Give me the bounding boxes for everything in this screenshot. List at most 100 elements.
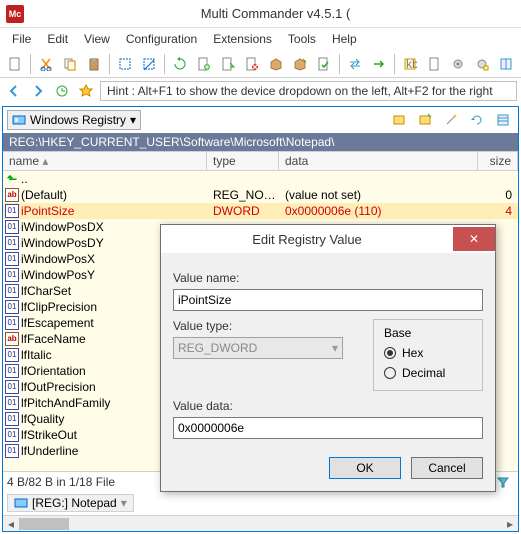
valuename-input[interactable] xyxy=(173,289,483,311)
toolbar-new-icon[interactable] xyxy=(4,53,26,75)
row-data: (value not set) xyxy=(279,188,478,202)
toolbar: kb xyxy=(0,50,521,78)
horizontal-scrollbar[interactable]: ◂ ▸ xyxy=(3,515,518,531)
panel-tool2-icon[interactable] xyxy=(414,109,436,131)
binary-value-icon: 01 xyxy=(5,444,19,458)
toolbar-arrow-right-icon[interactable] xyxy=(368,53,390,75)
radio-decimal[interactable]: Decimal xyxy=(384,366,472,380)
panel-wand-icon[interactable] xyxy=(440,109,462,131)
col-type[interactable]: type xyxy=(207,152,279,170)
chevron-down-icon: ▾ xyxy=(130,113,136,127)
tab-chevron-icon: ▾ xyxy=(121,496,127,510)
row-name: lfEscapement xyxy=(21,316,94,330)
toolbar-box-icon[interactable] xyxy=(265,53,287,75)
close-icon: ✕ xyxy=(469,232,479,246)
toolbar-paste-icon[interactable] xyxy=(83,53,105,75)
close-button[interactable]: ✕ xyxy=(453,227,495,251)
toolbar-box-out-icon[interactable] xyxy=(289,53,311,75)
valuetype-select[interactable]: REG_DWORD ▾ xyxy=(173,337,343,359)
toolbar-refresh-icon[interactable] xyxy=(169,53,191,75)
binary-value-icon: 01 xyxy=(5,380,19,394)
toolbar-cog2-icon[interactable] xyxy=(471,53,493,75)
toolbar-doc-plus-icon[interactable] xyxy=(193,53,215,75)
valuedata-input[interactable] xyxy=(173,417,483,439)
row-name: iWindowPosY xyxy=(21,268,95,282)
binary-value-icon: 01 xyxy=(5,316,19,330)
path-text: REG:\HKEY_CURRENT_USER\Software\Microsof… xyxy=(9,135,334,149)
toolbar-copy-icon[interactable] xyxy=(59,53,81,75)
table-row[interactable]: ab(Default)REG_NO…(value not set)0 xyxy=(3,187,518,203)
nav-back-icon[interactable] xyxy=(4,81,24,101)
toolbar-doc-arrow-icon[interactable] xyxy=(217,53,239,75)
toolbar-layout-icon[interactable] xyxy=(495,53,517,75)
tab-strip: [REG:] Notepad ▾ xyxy=(3,491,518,515)
menu-help[interactable]: Help xyxy=(324,30,365,48)
scroll-left-icon[interactable]: ◂ xyxy=(3,516,19,532)
radio-hex-button[interactable] xyxy=(384,347,396,359)
binary-value-icon: 01 xyxy=(5,220,19,234)
edit-registry-dialog: Edit Registry Value ✕ Value name: Value … xyxy=(160,224,496,492)
menu-configuration[interactable]: Configuration xyxy=(118,30,205,48)
window-title: Multi Commander v4.5.1 ( xyxy=(30,6,521,21)
scroll-thumb[interactable] xyxy=(19,518,69,530)
nav-star-icon[interactable] xyxy=(76,81,96,101)
binary-value-icon: 01 xyxy=(5,412,19,426)
radio-decimal-button[interactable] xyxy=(384,367,396,379)
table-row[interactable]: 01iPointSizeDWORD0x0000006e (110)4 xyxy=(3,203,518,219)
row-name: iWindowPosX xyxy=(21,252,95,266)
toolbar-cog-icon[interactable] xyxy=(447,53,469,75)
row-size: 0 xyxy=(478,188,518,202)
dialog-title: Edit Registry Value xyxy=(161,232,453,247)
menu-edit[interactable]: Edit xyxy=(39,30,76,48)
col-name[interactable]: name ▴ xyxy=(3,152,207,170)
valuetype-label: Value type: xyxy=(173,319,361,333)
svg-text:kb: kb xyxy=(406,57,417,71)
toolbar-doc-check-icon[interactable] xyxy=(313,53,335,75)
toolbar-swap-icon[interactable] xyxy=(344,53,366,75)
path-bar[interactable]: REG:\HKEY_CURRENT_USER\Software\Microsof… xyxy=(3,133,518,151)
row-name: .. xyxy=(21,172,28,186)
col-data[interactable]: data xyxy=(279,152,478,170)
cancel-button[interactable]: Cancel xyxy=(411,457,483,479)
col-size[interactable]: size xyxy=(478,152,518,170)
location-dropdown[interactable]: Windows Registry ▾ xyxy=(7,110,141,130)
base-fieldset: Base Hex Decimal xyxy=(373,319,483,391)
tab-reg-notepad[interactable]: [REG:] Notepad ▾ xyxy=(7,494,134,512)
row-name: (Default) xyxy=(21,188,67,202)
ok-button[interactable]: OK xyxy=(329,457,401,479)
toolbar-select-icon[interactable] xyxy=(114,53,136,75)
row-name: iWindowPosDY xyxy=(21,236,104,250)
toolbar-prefs-icon[interactable]: kb xyxy=(399,53,421,75)
dialog-titlebar[interactable]: Edit Registry Value ✕ xyxy=(161,225,495,253)
row-name: iPointSize xyxy=(21,204,74,218)
nav-history-icon[interactable] xyxy=(52,81,72,101)
panel-refresh-icon[interactable] xyxy=(466,109,488,131)
registry-icon xyxy=(14,496,28,510)
registry-icon xyxy=(12,113,26,127)
binary-value-icon: 01 xyxy=(5,268,19,282)
row-name: lfItalic xyxy=(21,348,52,362)
toolbar-doc-del-icon[interactable] xyxy=(241,53,263,75)
app-icon: Mc xyxy=(6,5,24,23)
menu-tools[interactable]: Tools xyxy=(280,30,324,48)
menubar: File Edit View Configuration Extensions … xyxy=(0,28,521,50)
column-header: name ▴ type data size xyxy=(3,151,518,171)
toolbar-select2-icon[interactable] xyxy=(138,53,160,75)
radio-hex[interactable]: Hex xyxy=(384,346,472,360)
nav-forward-icon[interactable] xyxy=(28,81,48,101)
table-row[interactable]: ⬑.. xyxy=(3,171,518,187)
row-data: 0x0000006e (110) xyxy=(279,204,478,218)
tab-label: [REG:] Notepad xyxy=(32,496,117,510)
menu-extensions[interactable]: Extensions xyxy=(205,30,280,48)
row-name: lfOrientation xyxy=(21,364,86,378)
menu-file[interactable]: File xyxy=(4,30,39,48)
row-type: REG_NO… xyxy=(207,188,279,202)
menu-view[interactable]: View xyxy=(76,30,118,48)
panel-list-icon[interactable] xyxy=(492,109,514,131)
panel-tool1-icon[interactable] xyxy=(388,109,410,131)
radio-decimal-label: Decimal xyxy=(402,366,445,380)
row-name: lfStrikeOut xyxy=(21,428,77,442)
scroll-right-icon[interactable]: ▸ xyxy=(502,516,518,532)
toolbar-doc-icon[interactable] xyxy=(423,53,445,75)
toolbar-cut-icon[interactable] xyxy=(35,53,57,75)
